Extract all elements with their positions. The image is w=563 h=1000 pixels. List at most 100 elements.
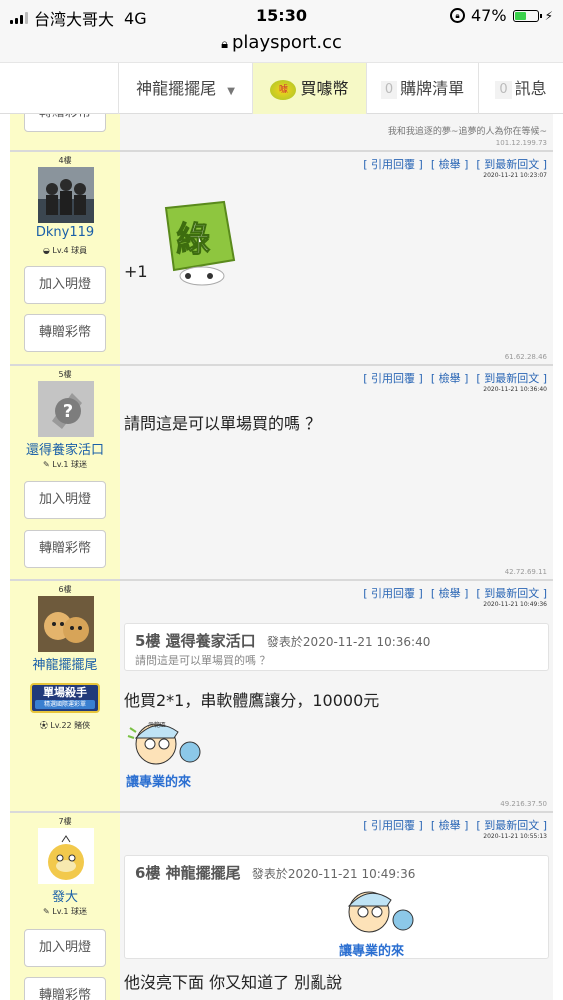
- battery-percent: 47%: [471, 6, 507, 25]
- quote-header: 5樓 還得養家活口 發表於2020-11-21 10:36:40: [135, 630, 430, 651]
- avatar[interactable]: ?: [38, 381, 94, 437]
- report-link[interactable]: [ 檢舉 ]: [431, 819, 469, 832]
- username[interactable]: Dkny119: [10, 225, 120, 240]
- badge-title: 單場殺手: [43, 686, 87, 699]
- coin-icon: 噱: [270, 79, 297, 100]
- green-sticker: 綠: [158, 200, 240, 286]
- level-text: Lv.1 球迷: [52, 907, 87, 916]
- quote-reply-link[interactable]: [ 引用回覆 ]: [363, 372, 423, 385]
- floor-number: 6樓: [58, 585, 72, 594]
- quote-user: 神龍擺擺尾: [165, 864, 241, 882]
- quote-user: 還得養家活口: [165, 632, 256, 650]
- post-time: 2020-11-21 10:36:40: [483, 386, 547, 393]
- latest-reply-link[interactable]: [ 到最新回文 ]: [476, 158, 547, 171]
- status-right: 🔒︎ 47% ⚡︎: [450, 6, 553, 25]
- follow-button[interactable]: 加入明燈: [24, 929, 106, 967]
- status-bar: 台湾大哥大 4G 15:30 🔒︎ 47% ⚡︎: [0, 0, 563, 30]
- username[interactable]: 還得養家活口: [10, 439, 120, 458]
- latest-reply-link[interactable]: [ 到最新回文 ]: [476, 587, 547, 600]
- user-level: ✎ Lv.1 球迷: [10, 906, 120, 917]
- floor-number: 5樓: [58, 370, 72, 379]
- report-link[interactable]: [ 檢舉 ]: [431, 372, 469, 385]
- post-actions: [ 引用回覆 ] [ 檢舉 ] [ 到最新回文 ]: [355, 156, 547, 172]
- gift-button[interactable]: 轉贈彩幣: [24, 314, 106, 352]
- level-text: Lv.22 賭俠: [50, 721, 91, 730]
- professional-sticker: 示範區 讓專業的來: [126, 716, 208, 790]
- url-text: playsport.cc: [232, 32, 342, 53]
- post-time: 2020-11-21 10:55:13: [483, 833, 547, 840]
- level-text: Lv.1 球迷: [52, 460, 87, 469]
- level-text: Lv.4 球員: [52, 246, 88, 255]
- address-bar[interactable]: 🔒︎ playsport.cc: [0, 30, 563, 62]
- level-icon: ◒: [42, 246, 50, 255]
- board-dropdown[interactable]: 神龍擺擺尾 ▼: [118, 63, 252, 114]
- buy-coins-label: 買噱幣: [300, 79, 349, 98]
- quote-reply-link[interactable]: [ 引用回覆 ]: [363, 819, 423, 832]
- gift-button[interactable]: 轉贈彩幣: [24, 977, 106, 1000]
- quote-reply-link[interactable]: [ 引用回覆 ]: [363, 158, 423, 171]
- purchase-list-tab[interactable]: 0 購牌清單: [366, 63, 478, 114]
- board-name: 神龍擺擺尾: [136, 79, 217, 98]
- quote-meta: 發表於2020-11-21 10:49:36: [251, 867, 416, 881]
- follow-button[interactable]: 加入明燈: [24, 266, 106, 304]
- battery-icon: [512, 9, 542, 22]
- post-actions: [ 引用回覆 ] [ 檢舉 ] [ 到最新回文 ]: [355, 370, 547, 386]
- post-text: 他沒亮下面 你又知道了 別亂說: [124, 973, 343, 992]
- pencil-icon: ✎: [43, 907, 50, 916]
- quoted-sticker: 讓專業的來: [339, 884, 421, 959]
- user-level: ⚽︎ Lv.22 賭俠: [10, 720, 120, 731]
- quote-floor: 5樓: [135, 632, 161, 650]
- pencil-icon: ✎: [43, 460, 50, 469]
- username[interactable]: 神龍擺擺尾: [10, 654, 120, 673]
- quote-text: 請問這是可以單場買的嗎 ？: [135, 654, 271, 667]
- post-previous: 轉贈彩幣 我和我追逐的夢~追夢的人為你在等候~ 101.12.199.73: [10, 114, 553, 152]
- report-link[interactable]: [ 檢舉 ]: [431, 158, 469, 171]
- avatar[interactable]: [38, 828, 94, 884]
- rotation-lock-icon: 🔒︎: [450, 8, 465, 23]
- follow-button[interactable]: 加入明燈: [24, 481, 106, 519]
- signature: 我和我追逐的夢~追夢的人為你在等候~: [387, 127, 547, 137]
- thread: 轉贈彩幣 我和我追逐的夢~追夢的人為你在等候~ 101.12.199.73 4樓…: [10, 114, 553, 1000]
- purchase-count: 0: [380, 80, 398, 99]
- post-text: 他買2*1，串軟體鷹讓分，10000元: [124, 691, 380, 710]
- quote-reply-link[interactable]: [ 引用回覆 ]: [363, 587, 423, 600]
- buy-coins-tab[interactable]: 噱買噱幣: [252, 63, 366, 114]
- post: 7樓 發大 ✎ Lv.1 球迷 加入明燈 轉贈彩幣 [ 引用回覆 ] [ 檢舉 ]…: [10, 813, 553, 1000]
- report-link[interactable]: [ 檢舉 ]: [431, 587, 469, 600]
- padlock-icon: 🔒︎: [221, 37, 228, 52]
- quote-meta: 發表於2020-11-21 10:36:40: [266, 635, 431, 649]
- message-count: 0: [495, 80, 512, 99]
- quoted-post: 6樓 神龍擺擺尾 發表於2020-11-21 10:49:36 讓專業的來: [124, 855, 549, 959]
- sticker-text: 綠: [176, 220, 211, 261]
- avatar[interactable]: [38, 596, 94, 652]
- username[interactable]: 發大: [10, 886, 120, 905]
- gift-button[interactable]: 轉贈彩幣: [24, 530, 106, 568]
- user-level: ✎ Lv.1 球迷: [10, 459, 120, 470]
- svg-text:?: ?: [63, 401, 73, 422]
- badge-subtitle: 精選國際運彩單: [35, 700, 95, 709]
- floor-number: 7樓: [58, 817, 72, 826]
- quote-floor: 6樓: [135, 864, 161, 882]
- purchase-list-label: 購牌清單: [400, 79, 465, 98]
- post: 6樓 神龍擺擺尾 單場殺手 精選國際運彩單 ⚽︎ Lv.22 賭俠 [ 引用回覆…: [10, 581, 553, 813]
- gift-button[interactable]: 轉贈彩幣: [24, 114, 106, 132]
- post-time: 2020-11-21 10:49:36: [483, 601, 547, 608]
- avatar[interactable]: [38, 167, 94, 223]
- post-text: +1: [124, 262, 148, 281]
- post: 4樓 Dkny119 ◒ Lv.4 球員 加入明燈 轉贈彩幣 [ 引用回覆 ][…: [10, 152, 553, 366]
- post: 5樓 ? 還得養家活口 ✎ Lv.1 球迷 加入明燈 轉贈彩幣 [ 引用回覆 ]…: [10, 366, 553, 581]
- single-game-killer-badge: 單場殺手 精選國際運彩單: [30, 683, 100, 713]
- sticker-caption: 讓專業的來: [339, 944, 405, 959]
- quoted-post: 5樓 還得養家活口 發表於2020-11-21 10:36:40 請問這是可以單…: [124, 623, 549, 671]
- latest-reply-link[interactable]: [ 到最新回文 ]: [476, 819, 547, 832]
- post-ip: 61.62.28.46: [504, 353, 547, 361]
- post-ip: 42.72.69.11: [504, 568, 547, 576]
- post-ip: 101.12.199.73: [495, 139, 547, 147]
- latest-reply-link[interactable]: [ 到最新回文 ]: [476, 372, 547, 385]
- caret-down-icon: ▼: [227, 86, 235, 97]
- user-level: ◒ Lv.4 球員: [10, 245, 120, 256]
- messages-label: 訊息: [514, 79, 547, 98]
- sticker-caption: 讓專業的來: [126, 775, 192, 790]
- messages-tab[interactable]: 0 訊息: [478, 63, 563, 114]
- sticker-tag: 示範區: [148, 722, 167, 729]
